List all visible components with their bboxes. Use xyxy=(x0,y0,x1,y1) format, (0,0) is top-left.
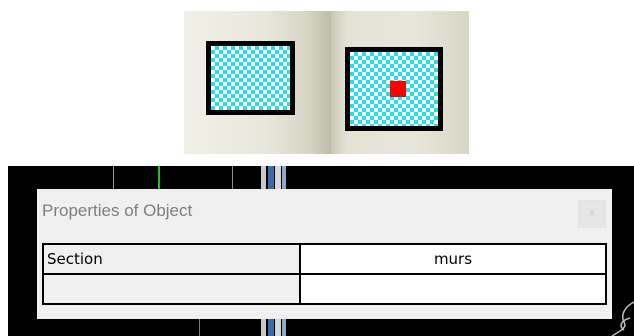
fill-pattern-selected-button[interactable] xyxy=(331,11,469,154)
close-button[interactable]: x xyxy=(578,200,606,228)
selection-marker-icon xyxy=(390,81,406,97)
drawing-line xyxy=(113,166,114,190)
property-name: Section xyxy=(42,243,301,275)
property-name xyxy=(42,273,301,305)
properties-dialog: Properties of Object x Section murs xyxy=(37,189,612,319)
dialog-title: Properties of Object xyxy=(42,201,193,220)
property-value[interactable] xyxy=(299,273,607,305)
fill-pattern-icon xyxy=(206,41,295,115)
fill-pattern-selected-icon xyxy=(345,47,443,131)
drawing-line-green xyxy=(158,166,160,190)
drawing-line xyxy=(199,316,200,336)
drawing-line xyxy=(232,166,233,190)
table-row xyxy=(42,273,607,305)
table-row: Section murs xyxy=(42,243,607,275)
property-value[interactable]: murs xyxy=(299,243,607,275)
properties-table: Section murs xyxy=(42,243,607,305)
fill-pattern-button[interactable] xyxy=(184,11,331,154)
